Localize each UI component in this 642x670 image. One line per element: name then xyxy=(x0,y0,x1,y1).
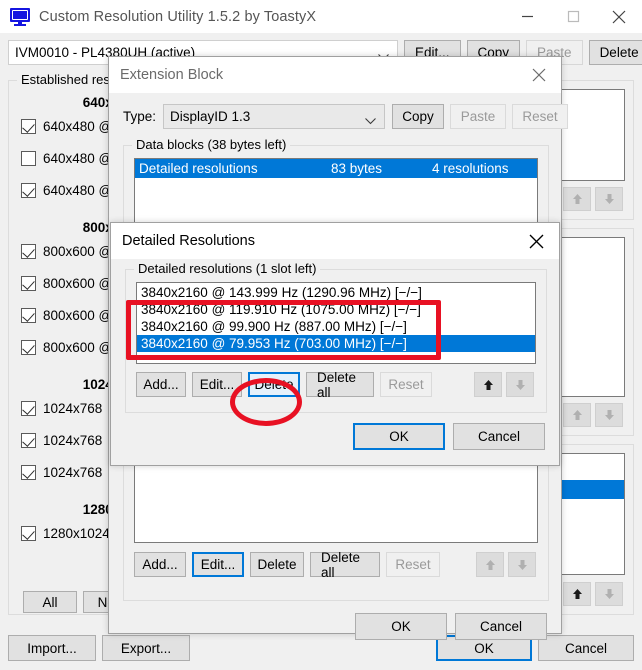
add-resolution-button[interactable]: Add... xyxy=(136,372,186,397)
close-icon[interactable] xyxy=(596,0,642,33)
checkbox[interactable] xyxy=(21,400,36,416)
detailed-resolutions-group: Detailed resolutions (1 slot left) 3840x… xyxy=(125,261,547,413)
checkbox-label: 800x600 @ xyxy=(43,243,113,259)
copy-block-button[interactable]: Copy xyxy=(392,103,445,129)
maximize-icon[interactable] xyxy=(550,0,596,33)
checkbox[interactable] xyxy=(21,525,36,541)
checkbox[interactable] xyxy=(21,432,36,448)
checkbox-label: 800x600 @ xyxy=(43,275,113,291)
data-blocks-group-title: Data blocks (38 bytes left) xyxy=(132,137,291,152)
detailed-resolutions-cancel-button[interactable]: Cancel xyxy=(453,423,545,450)
checkbox[interactable] xyxy=(21,307,36,323)
checkbox[interactable] xyxy=(21,464,36,480)
detailed-resolutions-group-title: Detailed resolutions (1 slot left) xyxy=(134,261,321,276)
delete-resolution-button[interactable]: Delete xyxy=(248,372,300,397)
checkbox[interactable] xyxy=(21,182,36,198)
checkbox-label: 800x600 @ xyxy=(43,339,113,355)
delete-all-blocks-button[interactable]: Delete all xyxy=(310,550,380,580)
add-block-button[interactable]: Add... xyxy=(134,552,186,577)
reset-block-button: Reset xyxy=(512,103,569,129)
arrow-down-icon xyxy=(508,552,536,577)
extension-block-ok-button[interactable]: OK xyxy=(355,613,447,640)
close-icon[interactable] xyxy=(514,223,559,259)
close-icon[interactable] xyxy=(516,57,561,93)
arrow-up-icon[interactable] xyxy=(474,372,502,397)
checkbox-label: 1024x768 xyxy=(43,400,103,416)
arrow-down-icon xyxy=(595,187,623,211)
main-cancel-button[interactable]: Cancel xyxy=(538,635,634,661)
resolution-row[interactable]: 3840x2160 @ 143.999 Hz (1290.96 MHz) [−/… xyxy=(137,284,535,301)
extension-block-cancel-button[interactable]: Cancel xyxy=(455,613,547,640)
edit-resolution-button[interactable]: Edit... xyxy=(192,372,242,397)
established-resolutions-title: Established res xyxy=(17,72,114,87)
data-block-size: 83 bytes xyxy=(331,161,383,176)
checkbox[interactable] xyxy=(21,339,36,355)
monitor-icon xyxy=(10,7,30,27)
minimize-icon[interactable] xyxy=(504,0,550,33)
arrow-down-icon xyxy=(595,403,623,427)
data-block-name: Detailed resolutions xyxy=(139,161,258,176)
export-button[interactable]: Export... xyxy=(102,635,190,661)
arrow-up-icon[interactable] xyxy=(563,582,591,606)
detailed-resolutions-title: Detailed Resolutions xyxy=(122,233,255,249)
chevron-down-icon xyxy=(365,113,376,128)
delete-block-button[interactable]: Delete xyxy=(250,552,304,577)
checkbox-label: 1024x768 xyxy=(43,464,103,480)
data-block-row[interactable]: Detailed resolutions 83 bytes 4 resoluti… xyxy=(135,159,537,178)
checkbox[interactable] xyxy=(21,118,36,134)
detailed-resolutions-ok-button[interactable]: OK xyxy=(353,423,445,450)
reset-blocks-button: Reset xyxy=(386,552,440,577)
checkbox[interactable] xyxy=(21,150,36,166)
checkbox[interactable] xyxy=(21,243,36,259)
arrow-up-icon xyxy=(563,187,591,211)
resolution-row[interactable]: 3840x2160 @ 119.910 Hz (1075.00 MHz) [−/… xyxy=(137,301,535,318)
type-select-value: DisplayID 1.3 xyxy=(170,108,251,124)
detailed-resolutions-list[interactable]: 3840x2160 @ 143.999 Hz (1290.96 MHz) [−/… xyxy=(136,282,536,364)
checkbox[interactable] xyxy=(21,275,36,291)
select-all-button[interactable]: All xyxy=(23,591,77,613)
delete-all-resolutions-button[interactable]: Delete all xyxy=(306,370,374,400)
resolution-row[interactable]: 3840x2160 @ 99.900 Hz (887.00 MHz) [−/−] xyxy=(137,318,535,335)
checkbox-label: 640x480 @ xyxy=(43,150,113,166)
checkbox-label: 640x480 @ xyxy=(43,182,113,198)
resolution-row[interactable]: 3840x2160 @ 79.953 Hz (703.00 MHz) [−/−] xyxy=(137,335,535,352)
checkbox-label: 640x480 @ xyxy=(43,118,113,134)
arrow-down-icon xyxy=(506,372,534,397)
import-button[interactable]: Import... xyxy=(8,635,96,661)
window-title: Custom Resolution Utility 1.5.2 by Toast… xyxy=(39,8,317,25)
delete-edid-button[interactable]: Delete xyxy=(588,40,642,65)
checkbox-label: 800x600 @ xyxy=(43,307,113,323)
checkbox-label: 1024x768 xyxy=(43,432,103,448)
detailed-resolutions-title-bar: Detailed Resolutions xyxy=(111,223,559,259)
paste-block-button: Paste xyxy=(450,103,507,129)
arrow-down-icon xyxy=(595,582,623,606)
title-bar: Custom Resolution Utility 1.5.2 by Toast… xyxy=(0,0,642,33)
detailed-resolutions-dialog: Detailed Resolutions Detailed resolution… xyxy=(110,222,560,466)
reset-resolutions-button: Reset xyxy=(380,372,432,397)
edit-block-button[interactable]: Edit... xyxy=(192,552,244,577)
arrow-up-icon xyxy=(563,403,591,427)
data-block-count: 4 resolutions xyxy=(432,161,509,176)
type-label: Type: xyxy=(123,108,157,124)
extension-block-title-bar: Extension Block xyxy=(109,57,561,93)
checkbox-label: 1280x1024 xyxy=(43,525,110,541)
window-controls xyxy=(504,0,642,33)
arrow-up-icon xyxy=(476,552,504,577)
extension-block-title: Extension Block xyxy=(120,67,224,83)
